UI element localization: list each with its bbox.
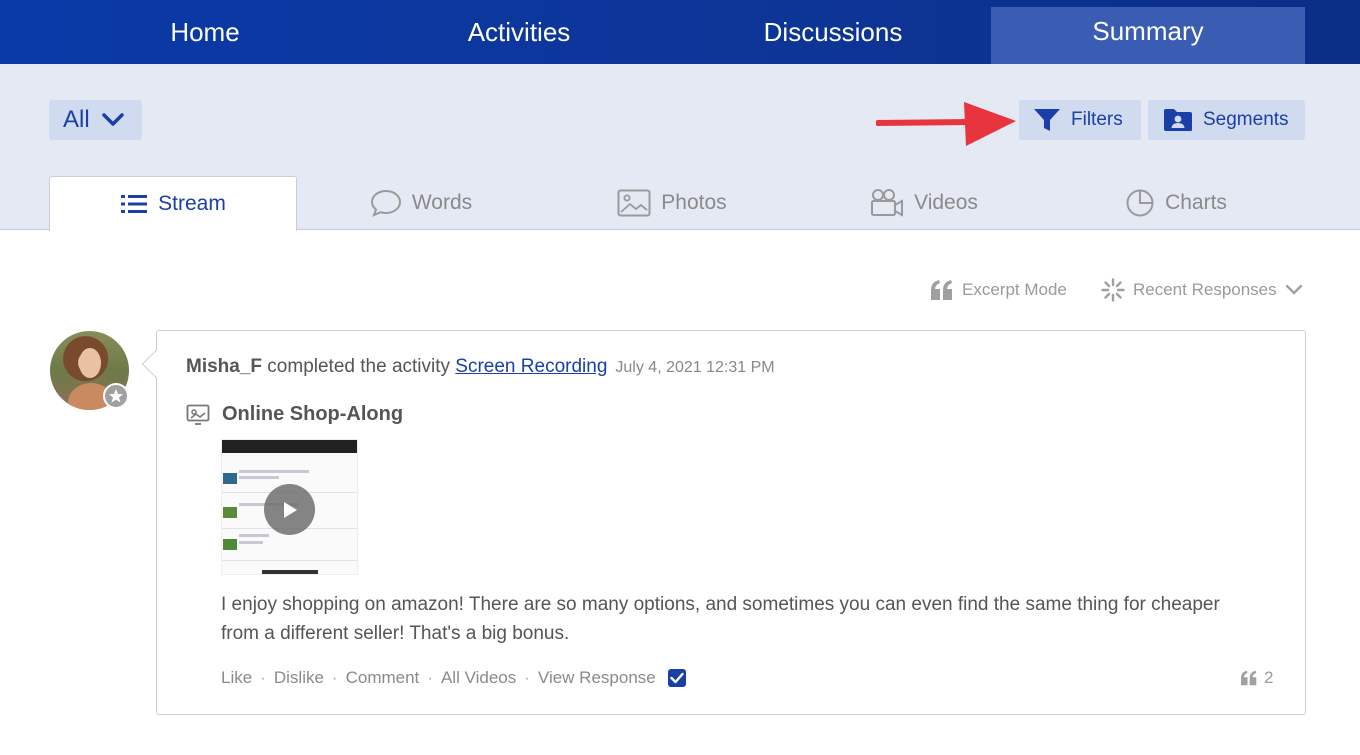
thumb-text-line	[239, 534, 269, 537]
nav-tab-summary[interactable]: Summary	[991, 7, 1305, 64]
scope-dropdown-label: All	[63, 106, 90, 133]
star-icon	[103, 383, 129, 409]
nav-tab-activities[interactable]: Activities	[362, 0, 676, 64]
sort-dropdown-label: Recent Responses	[1133, 280, 1277, 299]
tab-charts-label: Charts	[1165, 191, 1227, 214]
separator-dot: ·	[331, 668, 338, 687]
speech-bubble-icon	[370, 189, 401, 217]
screen-recording-icon	[186, 404, 210, 425]
post-date: July 4, 2021 12:31 PM	[615, 359, 775, 376]
tab-videos[interactable]: Videos	[800, 176, 1048, 230]
post-headline: Misha_F completed the activity Screen Re…	[186, 356, 775, 378]
activity-title-label: Online Shop-Along	[222, 403, 404, 425]
thumb-text-line	[239, 470, 309, 473]
separator-dot: ·	[524, 668, 530, 687]
folder-user-icon	[1164, 109, 1192, 131]
video-thumbnail[interactable]	[221, 439, 358, 575]
thumb-text-line	[239, 541, 263, 544]
view-response-link[interactable]: View Response	[538, 668, 656, 688]
activity-link[interactable]: Screen Recording	[455, 356, 607, 377]
response-actions: Like · Dislike · Comment · All Videos · …	[221, 668, 686, 688]
list-icon	[121, 195, 148, 213]
tab-photos[interactable]: Photos	[548, 176, 796, 230]
annotation-arrow-icon	[876, 102, 1016, 146]
excerpt-mode-label: Excerpt Mode	[962, 280, 1067, 299]
summary-toolbar: All Filters Segments Stream Words Photos…	[0, 64, 1360, 231]
spinner-icon	[1101, 278, 1125, 302]
tab-words[interactable]: Words	[297, 176, 545, 230]
dislike-link[interactable]: Dislike	[274, 668, 324, 688]
post-verb: completed the activity	[262, 356, 456, 377]
product-image	[223, 539, 237, 550]
activity-title: Online Shop-Along	[186, 403, 403, 426]
play-icon[interactable]	[264, 484, 315, 535]
tab-words-label: Words	[411, 191, 473, 214]
thumb-text-line	[239, 476, 279, 479]
sort-dropdown[interactable]: Recent Responses	[1101, 278, 1303, 302]
scope-dropdown[interactable]: All	[49, 100, 142, 140]
quote-count[interactable]: 2	[1240, 668, 1273, 688]
comment-link[interactable]: Comment	[346, 668, 420, 688]
tab-photos-label: Photos	[661, 191, 727, 214]
chevron-down-icon	[101, 113, 124, 126]
filters-button[interactable]: Filters	[1019, 100, 1141, 140]
filter-icon	[1034, 109, 1060, 131]
all-videos-link[interactable]: All Videos	[441, 668, 516, 688]
top-nav: Home Activities Discussions Summary	[0, 0, 1360, 64]
post-username[interactable]: Misha_F	[186, 356, 262, 377]
separator-dot: ·	[260, 668, 266, 687]
quote-icon	[1241, 670, 1257, 686]
response-text: I enjoy shopping on amazon! There are so…	[221, 594, 1220, 644]
video-camera-icon	[871, 189, 904, 217]
video-thumbnail-topbar	[222, 440, 357, 453]
nav-tab-discussions[interactable]: Discussions	[676, 0, 990, 64]
tab-stream-label: Stream	[158, 192, 226, 215]
excerpt-mode-toggle[interactable]: Excerpt Mode	[930, 278, 1067, 302]
quote-count-value: 2	[1264, 668, 1274, 687]
thumb-divider	[222, 560, 357, 561]
segments-button[interactable]: Segments	[1148, 100, 1305, 140]
photo-icon	[617, 189, 651, 217]
checkmark-icon[interactable]	[667, 669, 686, 687]
like-link[interactable]: Like	[221, 668, 252, 688]
separator-dot: ·	[427, 668, 433, 687]
product-image	[223, 473, 237, 484]
product-image	[223, 507, 237, 518]
video-thumbnail-bottombar	[262, 570, 318, 574]
segments-button-label: Segments	[1203, 109, 1289, 130]
nav-tab-home[interactable]: Home	[48, 0, 362, 64]
filters-button-label: Filters	[1071, 109, 1123, 130]
tab-videos-label: Videos	[914, 191, 978, 214]
avatar-face	[79, 348, 101, 378]
chevron-down-icon	[1285, 284, 1302, 295]
tab-charts[interactable]: Charts	[1052, 176, 1300, 230]
pie-chart-icon	[1126, 189, 1154, 217]
tab-stream[interactable]: Stream	[49, 176, 297, 231]
quote-icon	[931, 280, 952, 300]
